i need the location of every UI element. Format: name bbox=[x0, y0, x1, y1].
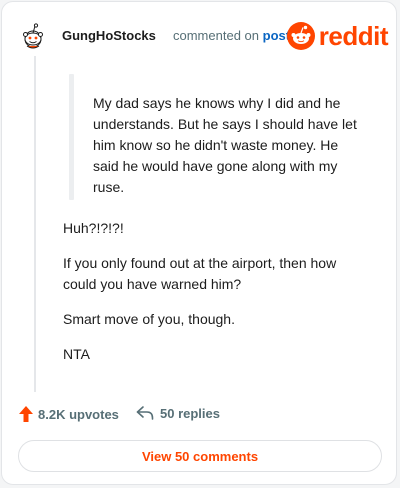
comment-header: GungHoStocks commented on post reddit bbox=[18, 18, 389, 54]
upvote-arrow-icon bbox=[19, 406, 33, 422]
brand-wordmark: reddit bbox=[318, 21, 389, 51]
comment-actions: 8.2K upvotes 50 replies bbox=[18, 405, 388, 427]
comment-paragraph-2: If you only found out at the airport, th… bbox=[63, 255, 337, 292]
comment-paragraph-3: Smart move of you, though. bbox=[63, 311, 235, 327]
reply-arrow-icon bbox=[136, 406, 154, 420]
upvote-button[interactable]: 8.2K upvotes bbox=[18, 405, 119, 423]
quote-bar bbox=[69, 74, 74, 200]
reddit-brand[interactable]: reddit bbox=[286, 18, 389, 54]
thread-line[interactable] bbox=[34, 56, 36, 392]
quoted-text: My dad says he knows why I did and he un… bbox=[93, 95, 357, 195]
comment-paragraph-1: Huh?!?!?! bbox=[63, 220, 124, 236]
action-text: commented on bbox=[173, 28, 259, 43]
comment-card: GungHoStocks commented on post reddit My… bbox=[1, 1, 397, 485]
upvote-count: 8.2K upvotes bbox=[38, 406, 119, 422]
reply-button[interactable]: 50 replies bbox=[136, 405, 220, 421]
username[interactable]: GungHoStocks bbox=[62, 28, 156, 43]
comment-meta: commented on post bbox=[173, 28, 290, 43]
reddit-logo-icon bbox=[286, 22, 315, 50]
reply-count: 50 replies bbox=[160, 405, 220, 421]
view-comments-button[interactable]: View 50 comments bbox=[18, 440, 382, 472]
avatar[interactable] bbox=[18, 20, 48, 50]
comment-paragraph-4: NTA bbox=[63, 346, 90, 362]
